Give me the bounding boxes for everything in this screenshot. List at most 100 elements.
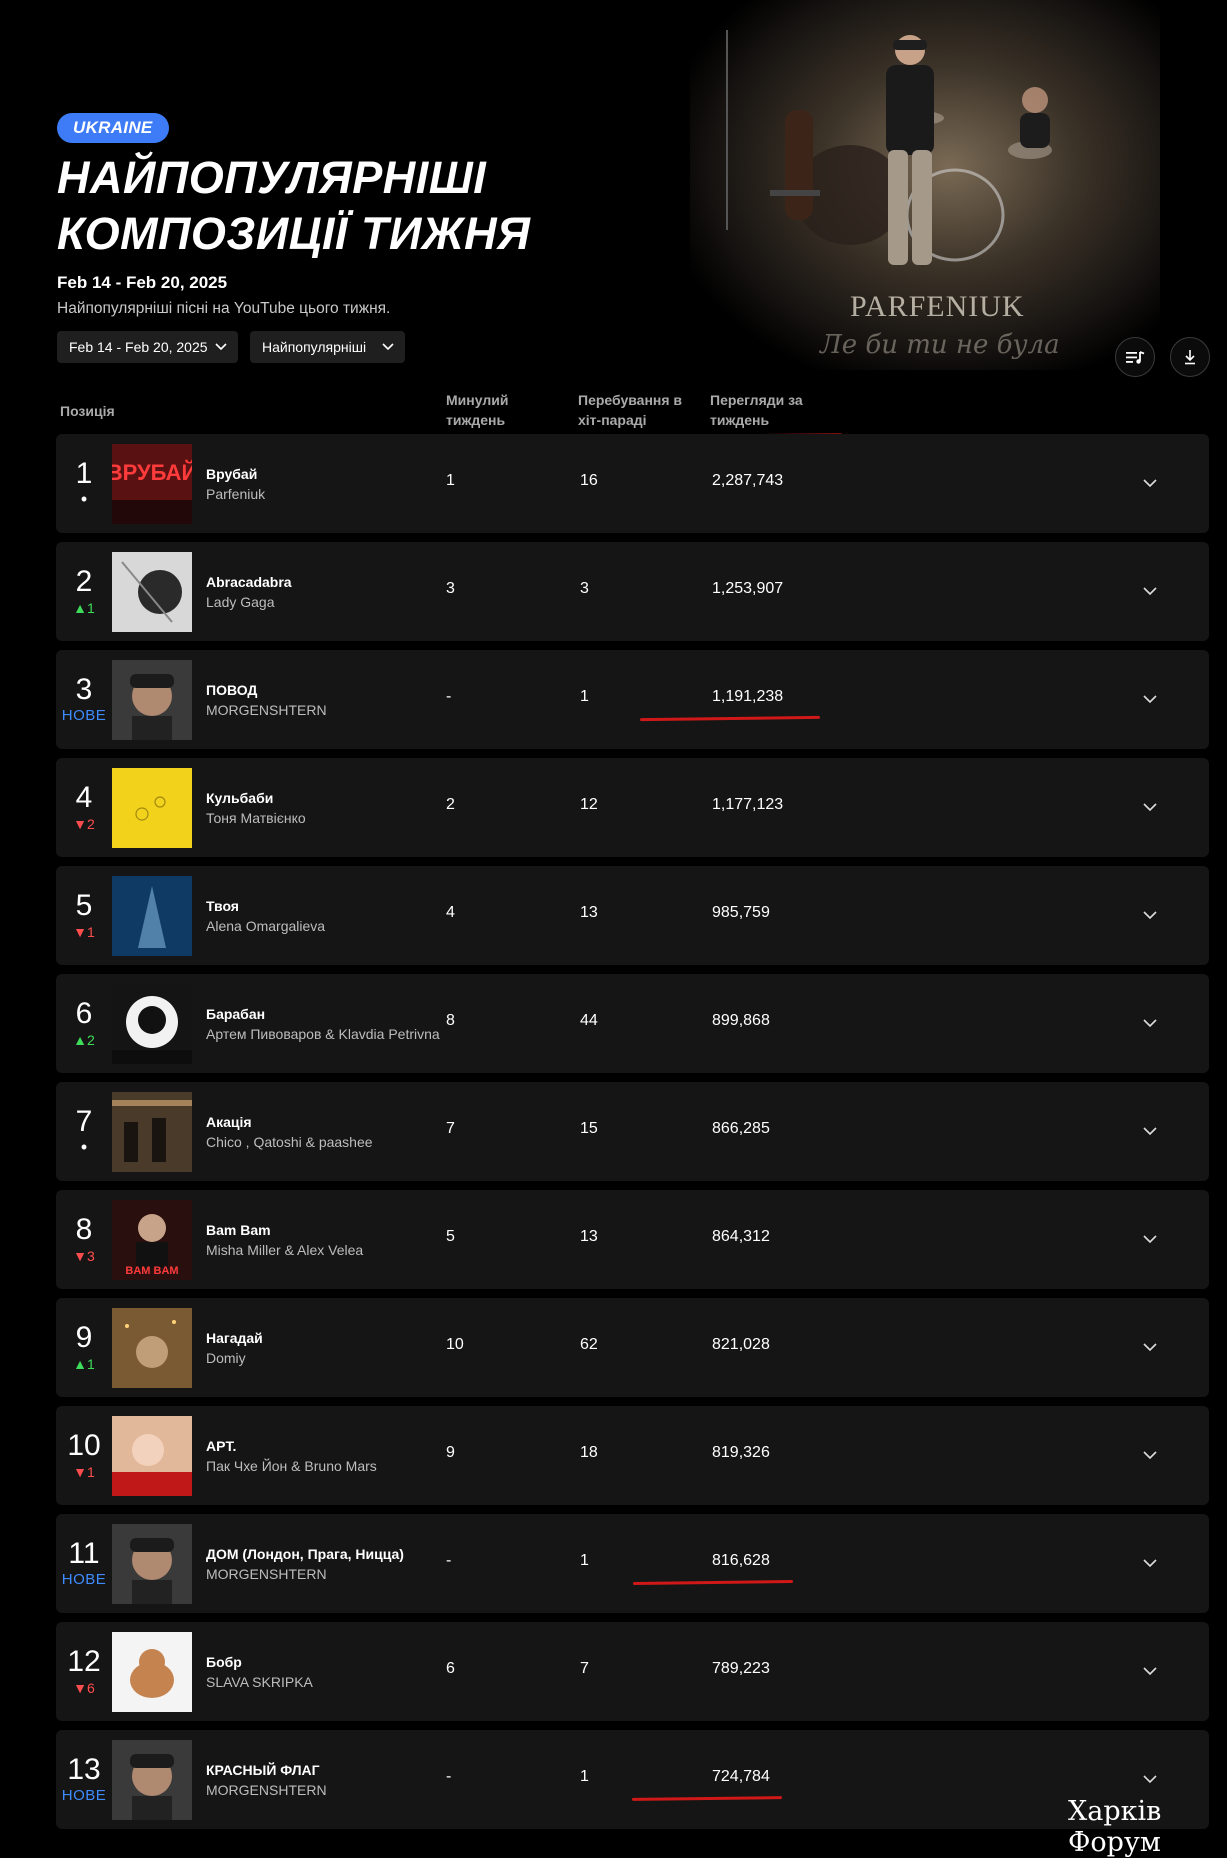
row-rank: 8 — [75, 1213, 93, 1246]
expand-chevron-icon[interactable] — [1142, 1443, 1158, 1472]
song-info: Бобр SLAVA SKRIPKA — [206, 1622, 486, 1721]
row-rank-change: ▼2 — [73, 816, 95, 832]
album-thumbnail[interactable] — [112, 660, 192, 740]
table-row[interactable]: 3 НОВЕ ПОВОД MORGENSHTERN - 1 1,191,238 — [56, 650, 1209, 749]
row-weekly-views: 899,868 — [712, 1012, 770, 1029]
song-title[interactable]: ПОВОД — [206, 680, 486, 700]
table-row[interactable]: 7 • Акація Chico , Qatoshi & paashee 7 15 866,… — [56, 1082, 1209, 1181]
album-thumbnail[interactable] — [112, 1632, 192, 1712]
album-thumbnail[interactable] — [112, 1416, 192, 1496]
expand-chevron-icon[interactable] — [1142, 1011, 1158, 1040]
album-thumbnail[interactable] — [112, 1524, 192, 1604]
song-title[interactable]: Нагадай — [206, 1328, 486, 1348]
column-header-weekly-views: Перегляди за тиждень — [710, 392, 803, 428]
hero-brand-text: PARFENIUK — [850, 290, 1025, 323]
song-artist[interactable]: Chico , Qatoshi & paashee — [206, 1132, 486, 1152]
row-rank: 12 — [67, 1645, 101, 1678]
song-artist[interactable]: MORGENSHTERN — [206, 1780, 486, 1800]
song-artist[interactable]: Alena Omargalieva — [206, 916, 486, 936]
row-weekly-views: 1,191,238 — [712, 688, 784, 705]
album-thumbnail[interactable] — [112, 1092, 192, 1172]
album-thumbnail[interactable] — [112, 552, 192, 632]
song-title[interactable]: Барабан — [206, 1004, 486, 1024]
date-range: Feb 14 - Feb 20, 2025 — [57, 273, 228, 292]
song-title[interactable]: Кульбаби — [206, 788, 486, 808]
column-header-last-week: Минулий тиждень — [446, 392, 509, 428]
song-artist[interactable]: Тоня Матвієнко — [206, 808, 486, 828]
song-artist[interactable]: MORGENSHTERN — [206, 700, 486, 720]
chart-type-dropdown[interactable]: Найпопулярніші — [250, 331, 405, 363]
expand-chevron-icon[interactable] — [1142, 1659, 1158, 1688]
row-weeks-on-chart: 3 — [580, 580, 589, 597]
album-thumbnail[interactable] — [112, 876, 192, 956]
expand-chevron-icon[interactable] — [1142, 1227, 1158, 1256]
song-artist[interactable]: Parfeniuk — [206, 484, 486, 504]
expand-chevron-icon[interactable] — [1142, 1119, 1158, 1148]
row-rank-change: ▼3 — [73, 1248, 95, 1264]
expand-chevron-icon[interactable] — [1142, 1335, 1158, 1364]
song-artist[interactable]: Артем Пивоваров & Klavdia Petrivna — [206, 1024, 486, 1044]
row-rank: 6 — [75, 997, 93, 1030]
song-info: ПОВОД MORGENSHTERN — [206, 650, 486, 749]
song-artist[interactable]: Domiy — [206, 1348, 486, 1368]
song-title[interactable]: Бобр — [206, 1652, 486, 1672]
song-title[interactable]: Bam Bam — [206, 1220, 486, 1240]
row-weeks-on-chart: 13 — [580, 1228, 598, 1245]
song-title[interactable]: Врубай — [206, 464, 486, 484]
album-thumbnail[interactable] — [112, 1740, 192, 1820]
thumb-text: ВРУБАЙ — [112, 460, 192, 485]
song-title[interactable]: ДОМ (Лондон, Прага, Ницца) — [206, 1544, 486, 1564]
row-weekly-views: 985,759 — [712, 904, 770, 921]
album-thumbnail[interactable]: ВРУБАЙ — [112, 444, 192, 524]
row-last-week: 9 — [446, 1444, 455, 1461]
table-row[interactable]: 9 ▲1 Нагадай Domiy 10 62 821,028 — [56, 1298, 1209, 1397]
expand-chevron-icon[interactable] — [1142, 687, 1158, 716]
row-weekly-views: 866,285 — [712, 1120, 770, 1137]
expand-chevron-icon[interactable] — [1142, 1551, 1158, 1580]
playlist-button[interactable] — [1115, 337, 1155, 377]
song-title[interactable]: КРАСНЫЙ ФЛАГ — [206, 1760, 486, 1780]
row-rank-change: ▼6 — [73, 1680, 95, 1696]
expand-chevron-icon[interactable] — [1142, 795, 1158, 824]
song-artist[interactable]: SLAVA SKRIPKA — [206, 1672, 486, 1692]
song-title[interactable]: APT. — [206, 1436, 486, 1456]
row-rank-change: ▼1 — [73, 1464, 95, 1480]
album-thumbnail[interactable] — [112, 768, 192, 848]
row-rank: 2 — [75, 565, 93, 598]
song-info: APT. Пак Чхе Йон & Bruno Mars — [206, 1406, 486, 1505]
expand-chevron-icon[interactable] — [1142, 903, 1158, 932]
period-dropdown[interactable]: Feb 14 - Feb 20, 2025 — [57, 331, 238, 363]
table-row[interactable]: 13 НОВЕ КРАСНЫЙ ФЛАГ MORGENSHTERN - 1 724,784 — [56, 1730, 1209, 1829]
album-thumbnail[interactable] — [112, 1308, 192, 1388]
row-rank: 10 — [67, 1429, 101, 1462]
row-rank: 13 — [67, 1753, 101, 1786]
row-weeks-on-chart: 13 — [580, 904, 598, 921]
row-rank-change: НОВЕ — [61, 1787, 107, 1804]
song-title[interactable]: Abracadabra — [206, 572, 486, 592]
song-title[interactable]: Твоя — [206, 896, 486, 916]
expand-chevron-icon[interactable] — [1142, 471, 1158, 500]
row-last-week: - — [446, 1552, 452, 1569]
song-artist[interactable]: Misha Miller & Alex Velea — [206, 1240, 486, 1260]
playlist-icon — [1126, 351, 1145, 364]
table-row[interactable]: 6 ▲2 Барабан Артем Пивоваров & Klavdia Petr… — [56, 974, 1209, 1073]
table-row[interactable]: 11 НОВЕ ДОМ (Лондон, Прага, Ницца) MORGENSH… — [56, 1514, 1209, 1613]
expand-chevron-icon[interactable] — [1142, 579, 1158, 608]
download-button[interactable] — [1170, 337, 1210, 377]
song-artist[interactable]: Lady Gaga — [206, 592, 486, 612]
row-last-week: 6 — [446, 1660, 455, 1677]
table-row[interactable]: 10 ▼1 APT. Пак Чхе Йон & Bruno Mars 9 18 819,3… — [56, 1406, 1209, 1505]
song-title[interactable]: Акація — [206, 1112, 486, 1132]
album-thumbnail[interactable]: BAM BAM — [112, 1200, 192, 1280]
table-row[interactable]: 1 • ВРУБАЙ Врубай Parfeniuk 1 16 2,287,743 — [56, 434, 1209, 533]
table-row[interactable]: 4 ▼2 Кульбаби Тоня Матвієнко 2 12 1,177,123 — [56, 758, 1209, 857]
song-artist[interactable]: Пак Чхе Йон & Bruno Mars — [206, 1456, 486, 1476]
table-row[interactable]: 12 ▼6 Бобр SLAVA SKRIPKA 6 7 789,223 — [56, 1622, 1209, 1721]
table-row[interactable]: 5 ▼1 Твоя Alena Omargalieva 4 13 985,759 — [56, 866, 1209, 965]
song-artist[interactable]: MORGENSHTERN — [206, 1564, 486, 1584]
table-row[interactable]: 8 ▼3 BAM BAM Bam Bam Misha Miller & Alex Vel… — [56, 1190, 1209, 1289]
table-row[interactable]: 2 ▲1 Abracadabra Lady Gaga 3 3 1,253,907 — [56, 542, 1209, 641]
album-thumbnail[interactable] — [112, 984, 192, 1064]
chart-hero: PARFENIUK Ле би ти не була UKRAINE НАЙПО… — [0, 0, 1227, 380]
expand-chevron-icon[interactable] — [1142, 1767, 1158, 1796]
